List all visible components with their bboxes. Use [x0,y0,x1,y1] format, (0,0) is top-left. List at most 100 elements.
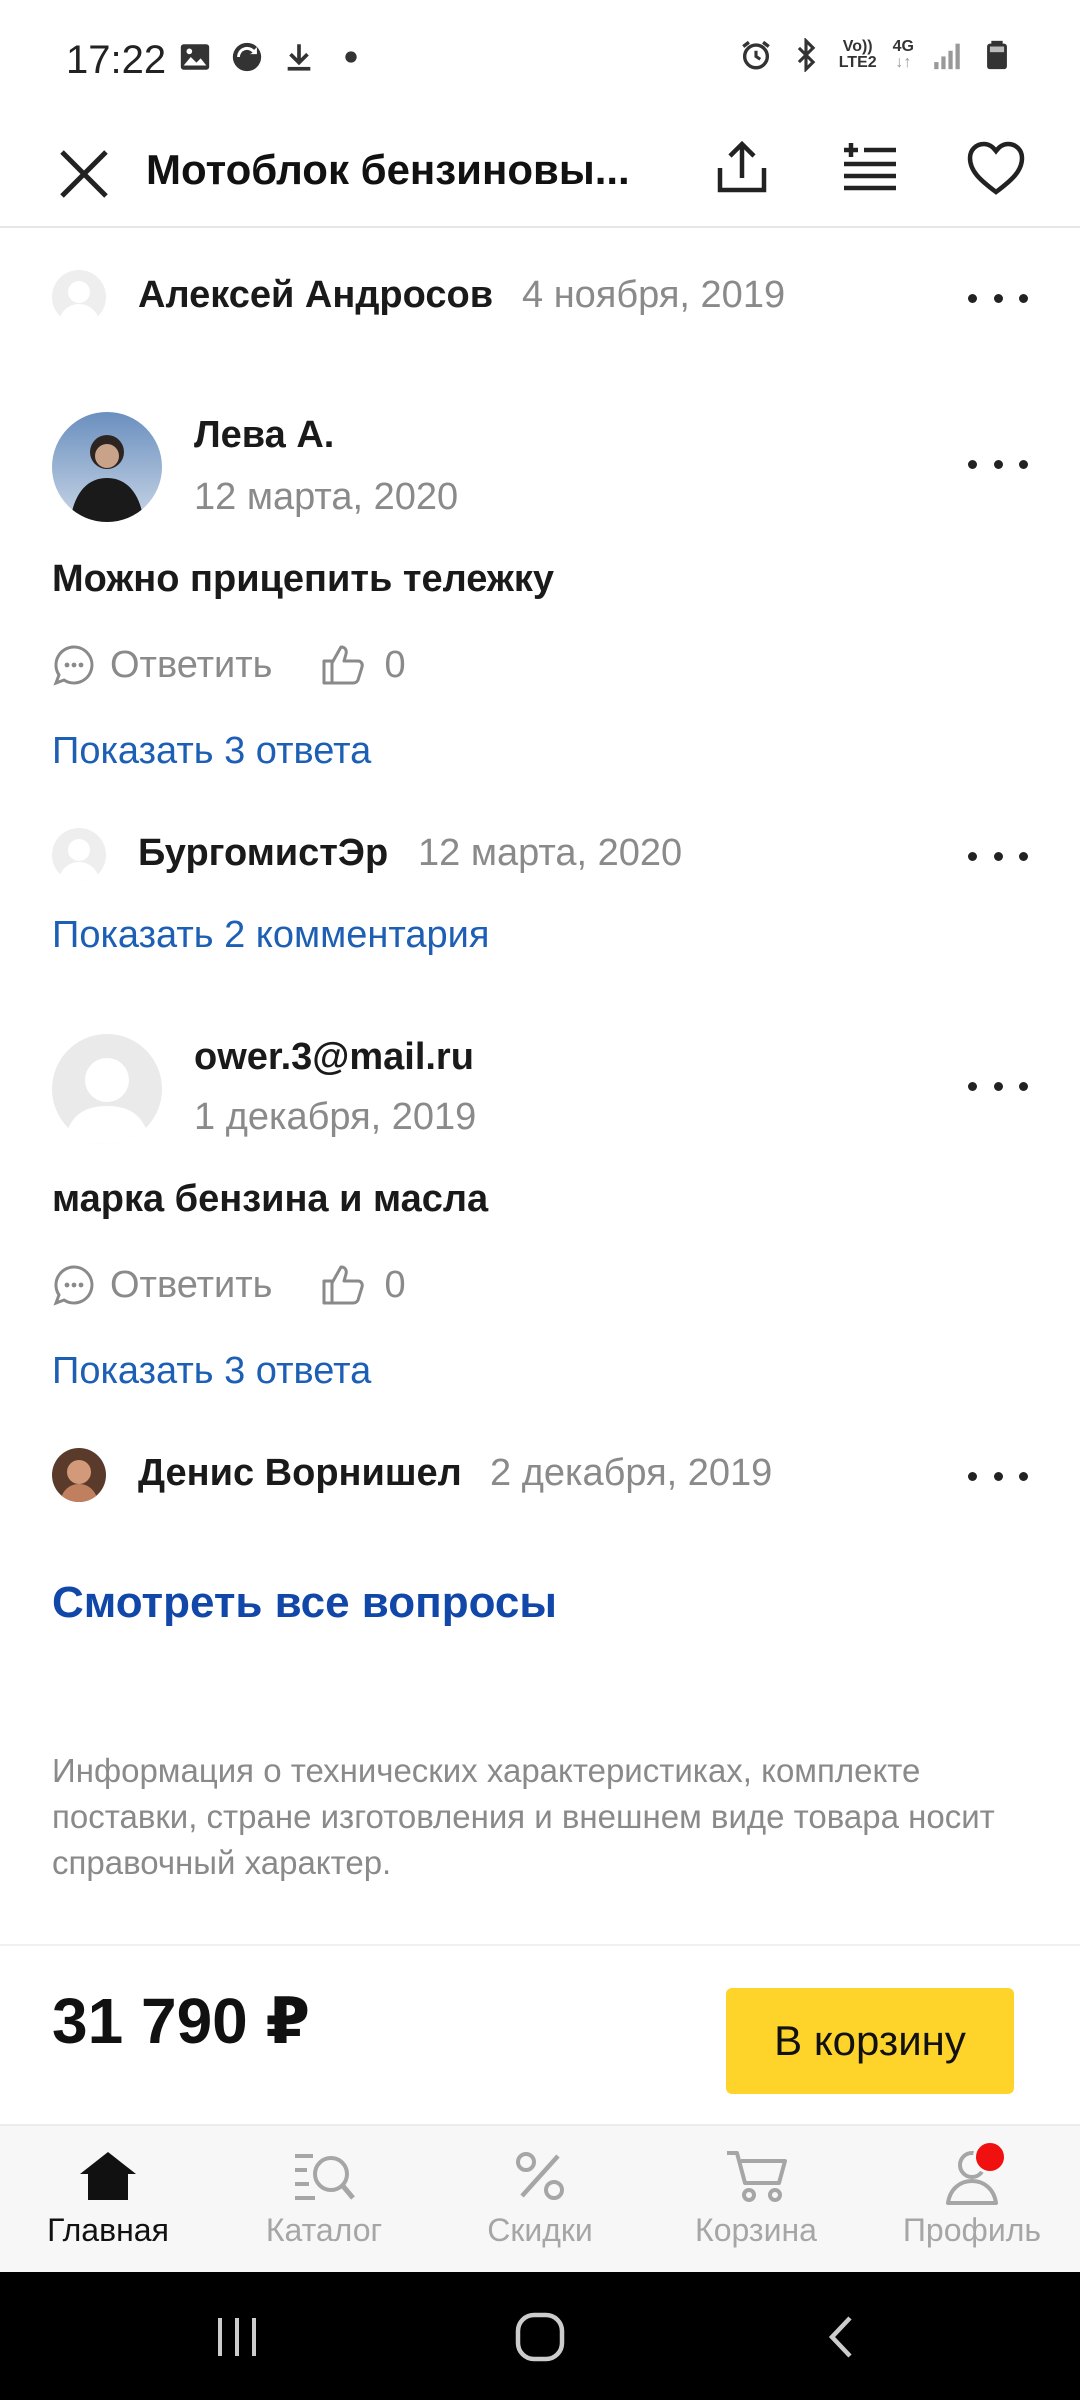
like-count: 0 [384,643,406,686]
volte-label-top: Vo)) [842,38,873,55]
nav-profile[interactable]: Профиль [864,2126,1080,2274]
back-system-button[interactable] [808,2302,878,2372]
more-dot-icon [1019,1471,1028,1481]
more-dot-icon [968,1081,977,1091]
recent-apps-button[interactable] [202,2302,272,2372]
favorite-button[interactable] [960,132,1032,204]
back-arrow-icon [828,2316,852,2358]
catalog-search-icon [289,2146,359,2206]
avatar-placeholder [52,828,106,882]
percent-icon [505,2146,575,2206]
question-row-compact[interactable]: Алексей Андросов 4 ноября, 2019 [0,270,1080,350]
nav-home[interactable]: Главная [0,2126,216,2274]
reply-button[interactable]: Ответить [52,643,272,687]
avatar[interactable] [52,412,162,522]
more-dot-icon [993,459,1003,469]
nav-catalog[interactable]: Каталог [216,2126,432,2274]
4g-icon: 4G ↓↑ [893,39,914,71]
disclaimer-text: Информация о технических характеристиках… [52,1752,995,1881]
show-comments-link[interactable]: Показать 2 комментария [52,914,489,957]
network-arrows: ↓↑ [895,54,912,71]
more-dot-icon [993,851,1003,861]
volte-label-bottom: LTE2 [838,54,877,71]
comment-icon [53,1265,94,1306]
more-dot-icon [968,293,977,303]
system-navigation-bar [0,2272,1080,2400]
price-bar: 31 790 ₽ В корзину [0,1944,1080,2124]
profile-icon [937,2140,1007,2206]
author-name[interactable]: Денис Ворнишел [138,1452,462,1495]
like-button[interactable]: 0 [320,1263,406,1307]
home-icon [73,2146,143,2206]
download-icon [287,44,311,71]
question-text: марка бензина и масла [52,1178,489,1220]
notification-badge [973,2140,1007,2174]
share-button[interactable] [706,132,778,204]
more-dot-icon [1019,1081,1028,1091]
alarm-icon [741,40,770,70]
share-icon [717,140,767,193]
price: 31 790 ₽ [52,1985,311,2057]
more-button[interactable] [968,836,1028,876]
more-dot-icon [968,1471,977,1481]
question-text: Можно прицепить тележку [52,558,554,600]
add-to-list-icon [844,143,896,191]
see-all-questions-link[interactable]: Смотреть все вопросы [52,1578,557,1628]
status-bar: 17:22 Vo)) LTE2 4G ↓↑ [0,0,1080,120]
question-actions: Ответить 0 [52,638,406,692]
thumbs-up-icon [322,645,365,685]
dot-icon [345,51,357,63]
home-system-button[interactable] [505,2302,575,2372]
bottom-nav: Главная Каталог Скидки Корзина Профиль [0,2124,1080,2272]
avatar [52,1448,106,1502]
status-right-icons: Vo)) LTE2 4G ↓↑ [739,38,1014,72]
reply-label: Ответить [110,1263,273,1306]
volte-icon: Vo)) LTE2 [839,39,877,71]
post-date: 12 марта, 2020 [194,476,459,518]
nav-label: Корзина [695,2212,817,2248]
cart-icon [721,2146,791,2206]
question-row-compact[interactable]: БургомистЭр 12 марта, 2020 [0,824,1080,904]
battery-icon [987,40,1007,70]
more-dot-icon [1019,459,1028,469]
sync-icon [232,42,262,72]
question-row-compact[interactable]: Денис Ворнишел 2 декабря, 2019 [0,1444,1080,1524]
question-actions: Ответить 0 [52,1258,406,1312]
more-dot-icon [1019,851,1028,861]
avatar-placeholder [52,270,106,324]
add-to-cart-button[interactable]: В корзину [726,1988,1014,2094]
home-circle-icon [515,2312,565,2362]
more-dot-icon [1019,293,1028,303]
more-button[interactable] [968,1456,1028,1496]
show-answers-link[interactable]: Показать 3 ответа [52,1350,371,1393]
show-answers-link[interactable]: Показать 3 ответа [52,730,371,773]
add-to-list-button[interactable] [834,132,906,204]
like-button[interactable]: 0 [320,643,406,687]
comment-icon [53,645,94,686]
more-button[interactable] [968,278,1028,318]
more-dot-icon [968,851,977,861]
close-button[interactable] [54,130,114,210]
nav-discounts[interactable]: Скидки [432,2126,648,2274]
avatar-placeholder[interactable] [52,1034,162,1144]
more-dot-icon [993,1081,1003,1091]
reply-button[interactable]: Ответить [52,1263,272,1307]
author-name[interactable]: Алексей Андросов [138,274,493,317]
status-time: 17:22 [66,38,167,82]
status-left-icons [178,40,368,74]
post-date: 2 декабря, 2019 [490,1452,773,1494]
author-name[interactable]: Лева А. [194,414,334,457]
nav-cart[interactable]: Корзина [648,2126,864,2274]
author-name[interactable]: ower.3@mail.ru [194,1036,474,1079]
close-icon [60,150,108,198]
recent-apps-icon [218,2318,256,2356]
more-button[interactable] [968,444,1028,484]
more-dot-icon [993,293,1003,303]
post-date: 1 декабря, 2019 [194,1096,477,1138]
app-header: Мотоблок бензиновы... [0,120,1080,228]
more-dot-icon [968,459,977,469]
more-dot-icon [993,1471,1003,1481]
author-name[interactable]: БургомистЭр [138,832,388,875]
bluetooth-icon [797,38,816,72]
more-button[interactable] [968,1066,1028,1106]
